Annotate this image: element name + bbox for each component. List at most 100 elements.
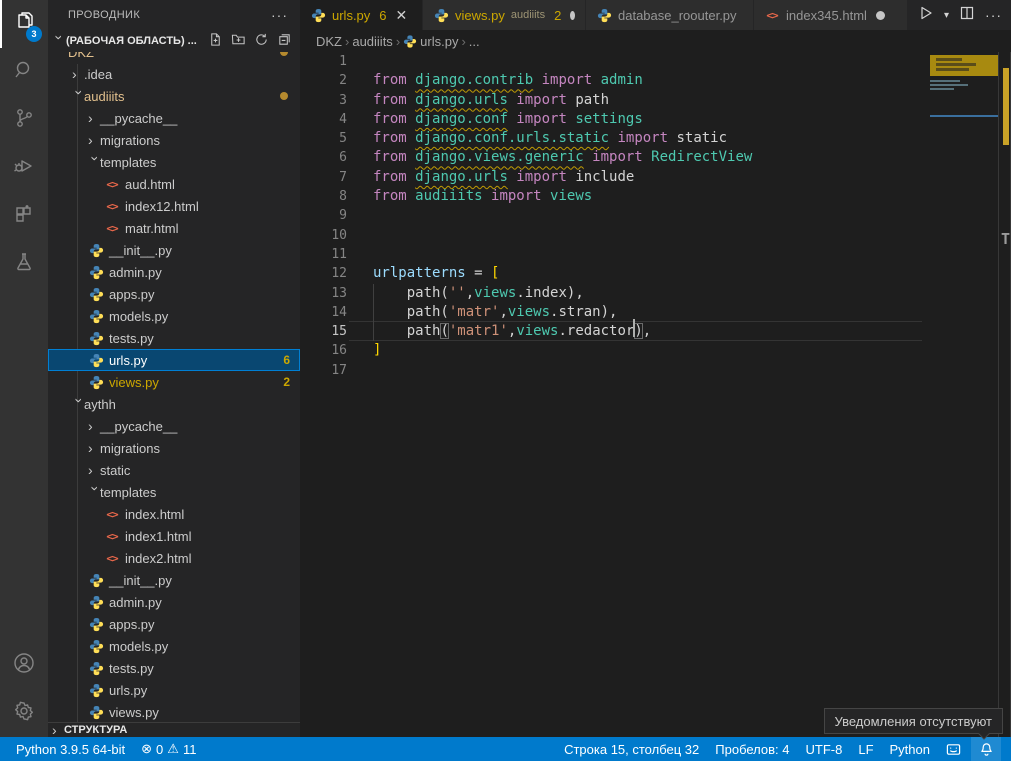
- tree-item-tests-py[interactable]: tests.py: [48, 657, 300, 679]
- code-line-3[interactable]: 3from django.urls import path: [300, 91, 998, 110]
- tree-item-index1-html[interactable]: <>index1.html: [48, 525, 300, 547]
- split-editor-icon[interactable]: [959, 5, 975, 26]
- tree-item-admin-py[interactable]: admin.py: [48, 591, 300, 613]
- tree-item-apps-py[interactable]: apps.py: [48, 613, 300, 635]
- tree-item--idea[interactable]: ›.idea: [48, 63, 300, 85]
- tooltip-text: Уведомления отсутствуют: [835, 714, 992, 729]
- tree-item--init-py[interactable]: __init__.py: [48, 239, 300, 261]
- activity-search[interactable]: [0, 48, 48, 96]
- activity-testing[interactable]: [0, 240, 48, 288]
- code-line-8[interactable]: 8from audiiits import views: [300, 187, 998, 206]
- activity-account[interactable]: [0, 641, 48, 689]
- breadcrumb-item[interactable]: audiiits: [352, 34, 392, 49]
- activity-run-debug[interactable]: [0, 144, 48, 192]
- code-line-5[interactable]: 5from django.conf.urls.static import sta…: [300, 129, 998, 148]
- tab-database-roouter-py[interactable]: database_roouter.py: [586, 0, 754, 30]
- modified-dot-badge: [280, 92, 288, 100]
- tab-views-py[interactable]: views.pyaudiiits2: [423, 0, 586, 30]
- code-line-7[interactable]: 7from django.urls import include: [300, 168, 998, 187]
- code-line-6[interactable]: 6from django.views.generic import Redire…: [300, 148, 998, 167]
- tree-item-matr-html[interactable]: <>matr.html: [48, 217, 300, 239]
- tree-item-label: tests.py: [109, 331, 154, 346]
- tree-item-label: .idea: [84, 67, 112, 82]
- tree-item-aud-html[interactable]: <>aud.html: [48, 173, 300, 195]
- tree-item-models-py[interactable]: models.py: [48, 635, 300, 657]
- code-line-1[interactable]: 1: [300, 52, 998, 71]
- tree-item-migrations[interactable]: ›migrations: [48, 129, 300, 151]
- tree-item--init-py[interactable]: __init__.py: [48, 569, 300, 591]
- code-line-16[interactable]: 16]: [300, 341, 998, 360]
- new-file-icon[interactable]: [208, 32, 223, 50]
- tree-item-models-py[interactable]: models.py: [48, 305, 300, 327]
- more-actions-icon[interactable]: ···: [271, 7, 288, 23]
- code-line-2[interactable]: 2from django.contrib import admin: [300, 71, 998, 90]
- new-folder-icon[interactable]: [231, 32, 246, 50]
- problems-badge: 2: [283, 375, 290, 389]
- tree-item--pycache-[interactable]: ›__pycache__: [48, 415, 300, 437]
- tree-item-aythh[interactable]: ›aythh: [48, 393, 300, 415]
- activity-extensions[interactable]: [0, 192, 48, 240]
- tree-item-static[interactable]: ›static: [48, 459, 300, 481]
- code-line-4[interactable]: 4from django.conf import settings: [300, 110, 998, 129]
- breadcrumb-item[interactable]: urls.py: [403, 34, 458, 49]
- tree-item-index-html[interactable]: <>index.html: [48, 503, 300, 525]
- activity-settings[interactable]: [0, 689, 48, 737]
- code-line-13[interactable]: 13 path('',views.index),: [300, 284, 998, 303]
- tree-item-views-py[interactable]: views.py: [48, 701, 300, 722]
- feedback-smiley-icon[interactable]: [946, 742, 961, 757]
- activity-explorer[interactable]: 3: [0, 0, 48, 48]
- tree-item--pycache-[interactable]: ›__pycache__: [48, 107, 300, 129]
- tree-item-admin-py[interactable]: admin.py: [48, 261, 300, 283]
- activity-source-control[interactable]: [0, 96, 48, 144]
- breadcrumb-item[interactable]: DKZ: [316, 34, 342, 49]
- tree-item-urls-py[interactable]: urls.py: [48, 679, 300, 701]
- code-editor[interactable]: 12from django.contrib import admin3from …: [300, 52, 1011, 737]
- code-line-17[interactable]: 17: [300, 361, 998, 380]
- python-interpreter-status[interactable]: Python 3.9.5 64-bit: [16, 742, 125, 757]
- tree-item-views-py[interactable]: views.py2: [48, 371, 300, 393]
- collapse-all-icon[interactable]: [277, 32, 292, 50]
- language-mode-status[interactable]: Python: [890, 742, 930, 757]
- outline-section-header[interactable]: › СТРУКТУРА: [48, 722, 300, 737]
- tree-item-urls-py[interactable]: urls.py6: [48, 349, 300, 371]
- encoding-status[interactable]: UTF-8: [806, 742, 843, 757]
- breadcrumb-item[interactable]: ...: [469, 34, 480, 49]
- unsaved-dot-icon[interactable]: [570, 11, 575, 20]
- tree-item-label: tests.py: [109, 661, 154, 676]
- editor-more-actions-icon[interactable]: ···: [985, 7, 1002, 23]
- code-line-14[interactable]: 14 path('matr',views.stran),: [300, 303, 998, 322]
- refresh-icon[interactable]: [254, 32, 269, 50]
- tree-item-tests-py[interactable]: tests.py: [48, 327, 300, 349]
- problems-status[interactable]: ⊗ 0 ⚠ 11: [141, 741, 196, 757]
- code-line-15[interactable]: 15 path('matr1',views.redactor),: [300, 322, 998, 341]
- run-dropdown-chevron-icon[interactable]: ▾: [944, 10, 949, 21]
- run-python-file-icon[interactable]: [918, 5, 934, 26]
- code-line-11[interactable]: 11: [300, 245, 998, 264]
- tree-item-templates[interactable]: ›templates: [48, 151, 300, 173]
- minimap[interactable]: [930, 52, 998, 182]
- editor-scrollbar[interactable]: T: [998, 52, 1011, 737]
- tab-index345-html[interactable]: <>index345.html: [754, 0, 908, 30]
- python-file-icon: [433, 7, 449, 23]
- code-line-10[interactable]: 10: [300, 226, 998, 245]
- tree-item-index12-html[interactable]: <>index12.html: [48, 195, 300, 217]
- code-line-12[interactable]: 12urlpatterns = [: [300, 264, 998, 283]
- close-icon[interactable]: ✕: [396, 7, 408, 24]
- tab-urls-py[interactable]: urls.py6✕: [300, 0, 423, 30]
- tree-item-index2-html[interactable]: <>index2.html: [48, 547, 300, 569]
- eol-status[interactable]: LF: [858, 742, 873, 757]
- code-line-9[interactable]: 9: [300, 206, 998, 225]
- indentation-status[interactable]: Пробелов: 4: [715, 742, 789, 757]
- unsaved-dot-icon[interactable]: [876, 11, 885, 20]
- file-tree: ›DKZ›.idea›audiiits›__pycache__›migratio…: [48, 52, 300, 722]
- python-file-icon: [88, 638, 104, 654]
- workspace-section-header[interactable]: › (РАБОЧАЯ ОБЛАСТЬ) ...: [48, 30, 300, 52]
- notifications-bell-icon[interactable]: [971, 737, 1001, 761]
- tree-item-apps-py[interactable]: apps.py: [48, 283, 300, 305]
- tree-item-templates[interactable]: ›templates: [48, 481, 300, 503]
- status-bar-right: Строка 15, столбец 32 Пробелов: 4 UTF-8 …: [548, 737, 1001, 761]
- tree-item-migrations[interactable]: ›migrations: [48, 437, 300, 459]
- tree-item-audiiits[interactable]: ›audiiits: [48, 85, 300, 107]
- tree-item-dkz[interactable]: ›DKZ: [48, 52, 300, 63]
- cursor-position-status[interactable]: Строка 15, столбец 32: [564, 742, 699, 757]
